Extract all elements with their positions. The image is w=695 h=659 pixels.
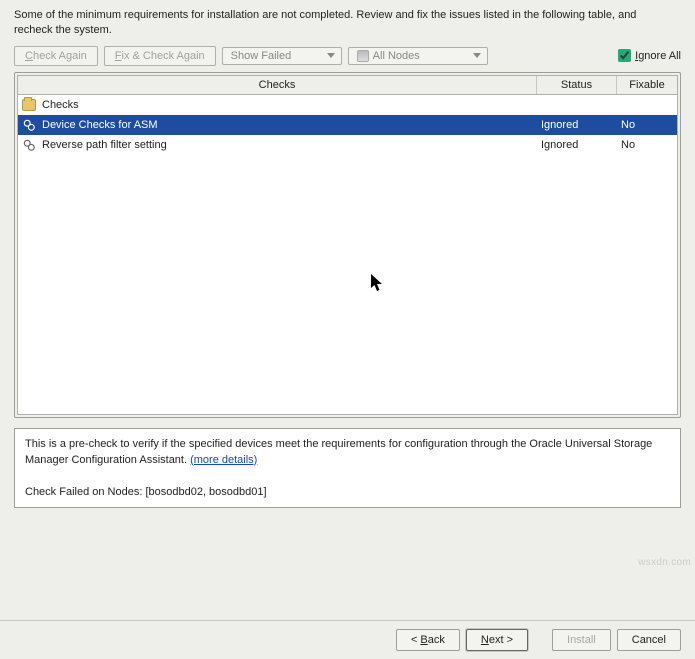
toolbar: Check Again Fix & Check Again Show Faile…	[14, 46, 681, 66]
fix-check-again-button[interactable]: Fix & Check Again	[104, 46, 216, 66]
chevron-down-icon	[473, 53, 481, 58]
tree-root-row[interactable]: Checks	[18, 95, 677, 115]
next-button[interactable]: Next >	[466, 629, 528, 651]
folder-icon	[22, 99, 36, 111]
gear-icon	[22, 138, 36, 152]
failed-nodes-text: Check Failed on Nodes: [bosodbd02, bosod…	[25, 486, 267, 498]
chevron-down-icon	[327, 53, 335, 58]
table-header: Checks Status Fixable	[18, 76, 677, 95]
watermark: wsxdn.com	[638, 557, 691, 568]
all-nodes-label: All Nodes	[373, 50, 420, 62]
row-label: Reverse path filter setting	[42, 139, 167, 151]
table-row[interactable]: Reverse path filter setting Ignored No	[18, 135, 677, 155]
check-again-button[interactable]: Check Again	[14, 46, 98, 66]
row-status: Ignored	[537, 139, 617, 151]
all-nodes-dropdown[interactable]: All Nodes	[348, 47, 488, 65]
ignore-all-input[interactable]	[618, 49, 631, 62]
gear-icon	[22, 118, 36, 132]
row-fixable: No	[617, 139, 677, 151]
row-label: Device Checks for ASM	[42, 119, 158, 131]
table-row[interactable]: Device Checks for ASM Ignored No	[18, 115, 677, 135]
details-panel: This is a pre-check to verify if the spe…	[14, 428, 681, 508]
more-details-link[interactable]: (more details)	[190, 454, 257, 466]
back-button[interactable]: < Back	[396, 629, 460, 651]
show-failed-dropdown[interactable]: Show Failed	[222, 47, 342, 65]
install-button[interactable]: Install	[552, 629, 611, 651]
column-header-fixable[interactable]: Fixable	[617, 76, 677, 94]
checks-table: Checks Status Fixable Checks	[17, 75, 678, 415]
column-header-checks[interactable]: Checks	[18, 76, 537, 94]
ignore-all-checkbox[interactable]: Ignore All	[618, 49, 681, 62]
details-text: This is a pre-check to verify if the spe…	[25, 438, 652, 466]
intro-text: Some of the minimum requirements for ins…	[14, 8, 681, 38]
row-fixable: No	[617, 119, 677, 131]
row-status: Ignored	[537, 119, 617, 131]
tree-root-label: Checks	[42, 99, 79, 111]
database-icon	[357, 50, 369, 62]
cancel-button[interactable]: Cancel	[617, 629, 681, 651]
column-header-status[interactable]: Status	[537, 76, 617, 94]
wizard-footer: < Back Next > Install Cancel	[0, 620, 695, 659]
show-failed-label: Show Failed	[231, 50, 292, 62]
